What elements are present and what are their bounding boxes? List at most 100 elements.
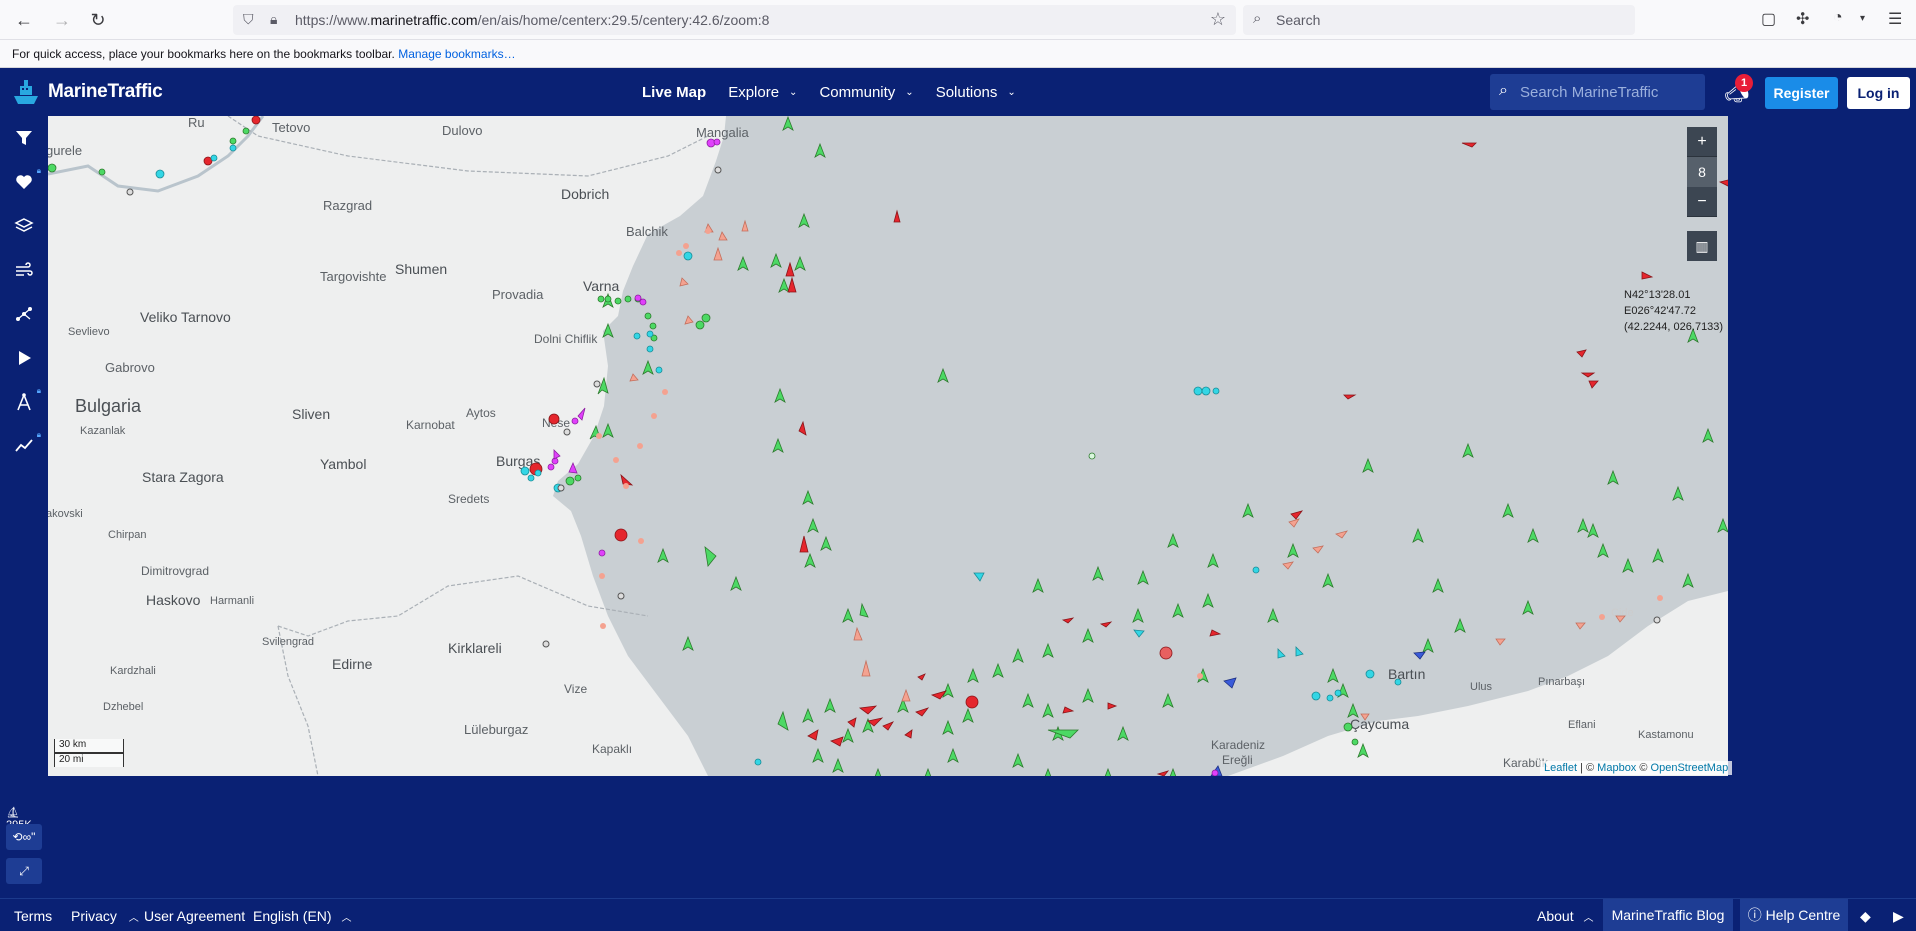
ship-logo-icon [14, 80, 38, 104]
tug-vessels [155, 144, 1402, 766]
lock-icon: 🔒︎ [36, 386, 41, 395]
zoom-in-button[interactable]: + [1687, 127, 1717, 157]
map-tools-sidebar: 🔒︎ 🔒︎ 🔒︎ ⛵︎ 295K ⟲∞" ⤢ [0, 116, 48, 884]
nav-live-map[interactable]: Live Map [642, 84, 706, 101]
user-agreement-link[interactable]: User Agreement [144, 908, 245, 924]
osm-link[interactable]: OpenStreetMap [1651, 762, 1729, 774]
site-footer: Terms Privacy ︿ User Agreement English (… [0, 898, 1916, 931]
menu-icon[interactable]: ☰ [1888, 9, 1902, 29]
nav-explore[interactable]: Explore ⌄ [728, 84, 797, 101]
cursor-coordinates: N42°13'28.01 E026°42'47.72 (42.2244, 026… [1624, 287, 1723, 335]
unknown-vessels [126, 166, 1661, 648]
logo-text: MarineTraffic [48, 81, 163, 102]
my-fleet-button[interactable]: 🔒︎ [0, 160, 48, 204]
scale-km: 30 km [54, 739, 124, 753]
notification-badge: 1 [1735, 74, 1753, 92]
language-selector[interactable]: English (EN) ︿ [253, 908, 351, 924]
decimal-coordinates: (42.2244, 026.7133) [1624, 321, 1724, 333]
help-icon: ⓘ [1747, 907, 1762, 923]
site-header: MarineTraffic Live Map Explore ⌄ Communit… [0, 68, 1916, 116]
site-search-input[interactable]: ⌕ Search MarineTraffic [1490, 74, 1705, 110]
chevron-down-icon: ⌄ [1007, 86, 1016, 98]
chevron-up-icon: ︿ [341, 913, 352, 924]
site-search-placeholder: Search MarineTraffic [1520, 84, 1659, 101]
login-button[interactable]: Log in [1847, 77, 1910, 109]
track-toggle-button[interactable]: ⟲∞" [6, 824, 42, 850]
extensions-icon[interactable]: ✣ [1796, 9, 1809, 29]
fishing-vessels [629, 219, 1626, 721]
browser-search-input[interactable]: ⌕ Search [1243, 5, 1635, 35]
google-play-icon[interactable]: ▶ [1893, 908, 1904, 925]
tanker-stationary [203, 116, 1173, 709]
chart-line-icon [15, 439, 33, 452]
apple-icon[interactable]: ◆ [1860, 908, 1871, 925]
chevron-up-icon: ︿ [1583, 913, 1594, 924]
scale-mi: 20 mi [54, 753, 124, 767]
play-icon [19, 351, 31, 365]
tanker-vessels [620, 142, 1728, 776]
filter-button[interactable] [0, 116, 48, 160]
analytics-button[interactable]: 🔒︎ [0, 424, 48, 468]
fishing-dots [596, 228, 1663, 679]
shield-icon[interactable]: ⛉ [243, 11, 254, 28]
wind-icon [16, 262, 33, 276]
search-icon: ⌕ [1499, 82, 1508, 99]
register-button[interactable]: Register [1765, 77, 1838, 109]
nav-solutions[interactable]: Solutions ⌄ [936, 84, 1016, 101]
url-text: https://www.marinetraffic.com/en/ais/hom… [295, 12, 770, 28]
chevron-down-icon[interactable]: ▾ [1860, 13, 1865, 24]
attribution-separator: © [1636, 762, 1651, 774]
lock-icon: 🔒︎ [36, 430, 41, 439]
heart-icon [16, 175, 32, 189]
routes-button[interactable] [0, 292, 48, 336]
browser-toolbar: ← → ↻ ⛉ 🔒︎ https://www.marinetraffic.com… [0, 0, 1916, 40]
search-icon: ⌕ [1253, 10, 1262, 27]
map-attribution: Leaflet | © Mapbox © OpenStreetMap [1540, 761, 1733, 775]
lock-icon: 🔒︎ [36, 166, 41, 175]
about-link[interactable]: About ︿ [1537, 908, 1593, 924]
map-style-button[interactable]: ▥ [1687, 231, 1717, 261]
help-centre-button[interactable]: ⓘ Help Centre [1740, 899, 1848, 931]
layers-icon [14, 218, 34, 232]
profile-sync-icon[interactable]: ◔ [1833, 9, 1843, 27]
address-bar[interactable]: ⛉ 🔒︎ https://www.marinetraffic.com/en/ai… [233, 5, 1236, 35]
latitude-readout: N42°13'28.01 [1624, 289, 1691, 301]
chevron-down-icon: ⌄ [905, 86, 914, 98]
mapbox-link[interactable]: Mapbox [1597, 762, 1636, 774]
fullscreen-button[interactable]: ⤢ [6, 858, 42, 884]
compass-icon [17, 393, 31, 411]
expand-icon: ⤢ [19, 864, 29, 878]
chevron-down-icon: ⌄ [789, 86, 798, 98]
routes-icon [16, 307, 32, 321]
logo[interactable]: MarineTraffic [10, 76, 163, 108]
cargo-vessels [602, 116, 1728, 776]
live-map[interactable]: Ru Tetovo Dulovo Mangalia gurele Dobrich… [48, 116, 1728, 776]
blog-button[interactable]: MarineTraffic Blog [1603, 899, 1733, 931]
layers-button[interactable] [0, 204, 48, 248]
bookmark-star-icon[interactable]: ☆ [1210, 9, 1226, 30]
map-icon: ▥ [1695, 238, 1709, 254]
zoom-out-button[interactable]: − [1687, 187, 1717, 217]
back-icon[interactable]: ← [12, 8, 36, 32]
nav-community[interactable]: Community ⌄ [819, 84, 913, 101]
bookmarks-toolbar: For quick access, place your bookmarks h… [0, 40, 1916, 68]
filter-icon [16, 131, 32, 145]
forward-icon[interactable]: → [50, 8, 74, 32]
vessel-layer [48, 116, 1728, 776]
leaflet-link[interactable]: Leaflet [1544, 762, 1577, 774]
main-nav: Live Map Explore ⌄ Community ⌄ Solutions ⌄ [642, 68, 1038, 116]
reload-icon[interactable]: ↻ [86, 8, 110, 32]
manage-bookmarks-link[interactable]: Manage bookmarks… [398, 47, 515, 61]
lock-icon[interactable]: 🔒︎ [270, 11, 277, 28]
pocket-icon[interactable]: ▢ [1761, 9, 1776, 29]
terms-link[interactable]: Terms [14, 908, 52, 924]
pleasure-vessels [547, 138, 1219, 776]
loop-icon: ⟲ [12, 830, 23, 844]
weather-button[interactable] [0, 248, 48, 292]
privacy-link[interactable]: Privacy ︿ [71, 908, 139, 924]
playback-button[interactable] [0, 336, 48, 380]
chevron-up-icon: ︿ [128, 913, 139, 924]
zoom-control: + 8 − [1687, 127, 1717, 217]
measure-button[interactable]: 🔒︎ [0, 380, 48, 424]
search-placeholder: Search [1276, 12, 1321, 28]
